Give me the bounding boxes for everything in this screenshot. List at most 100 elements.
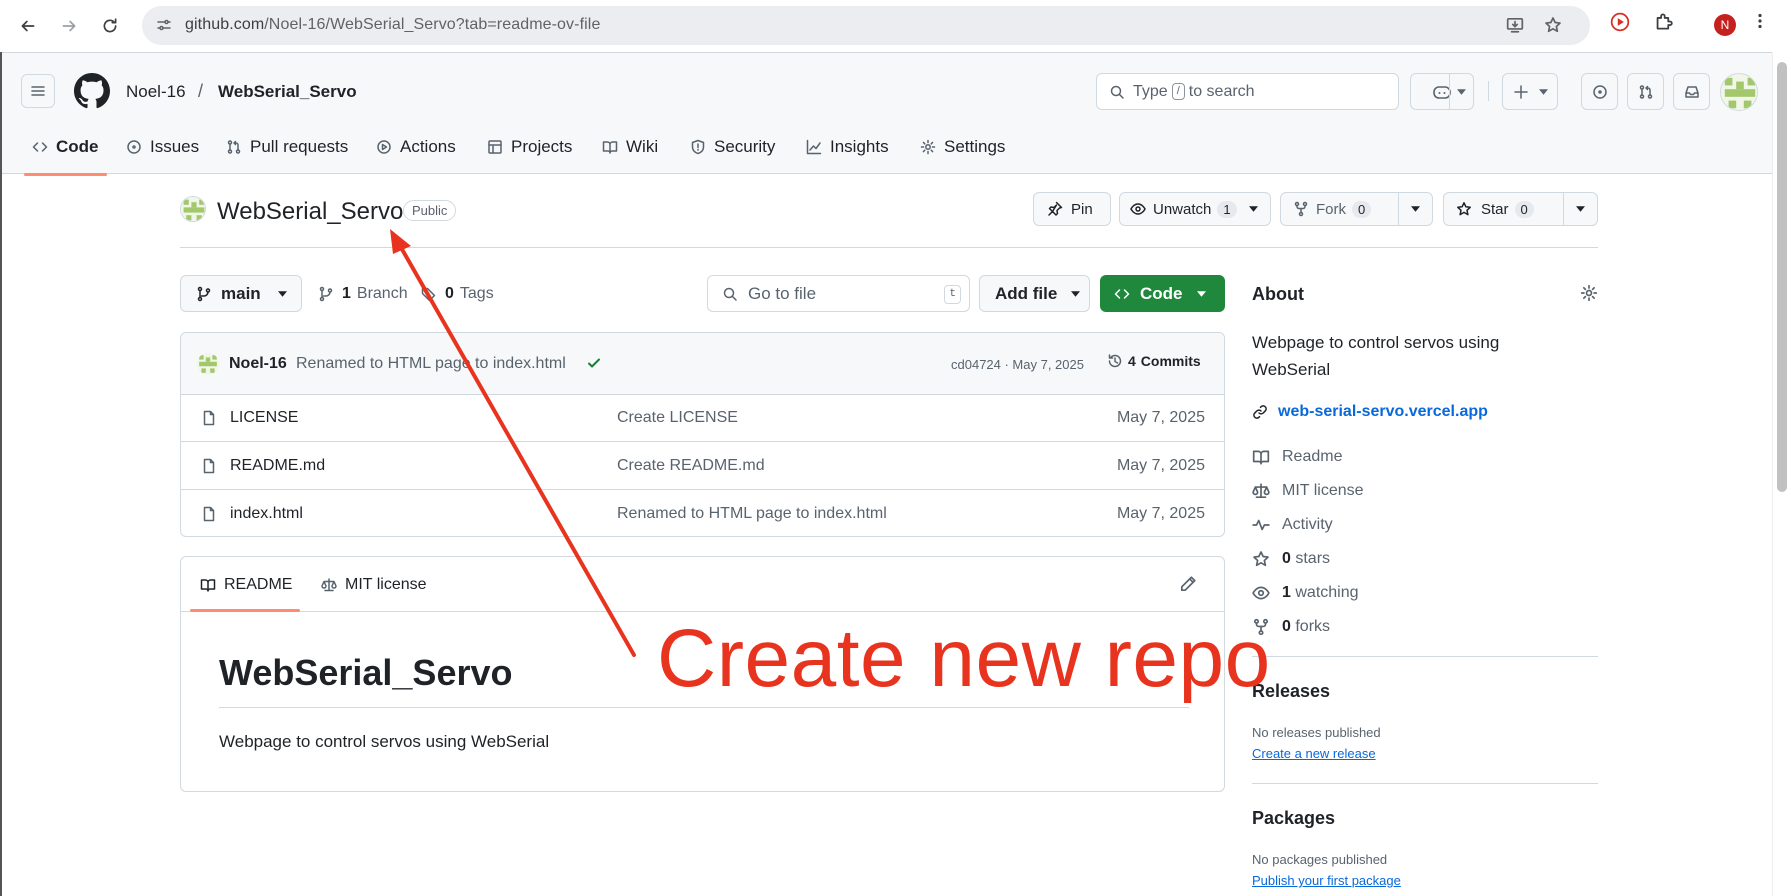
homepage-link[interactable]: web-serial-servo.vercel.app	[1252, 403, 1488, 421]
file-name[interactable]: README.md	[230, 457, 325, 475]
pull-request-icon	[1639, 84, 1652, 99]
about-sidebar: About Webpage to control servos using We…	[1252, 280, 1598, 896]
identicon-avatar-icon	[1721, 74, 1757, 110]
file-commit-message[interactable]: Create LICENSE	[617, 409, 738, 427]
star-icon	[1253, 551, 1269, 567]
tab-code[interactable]: Code	[24, 119, 106, 176]
file-name[interactable]: index.html	[230, 505, 303, 523]
commit-hash-date[interactable]: cd04724 · May 7, 2025	[951, 357, 1084, 372]
tab-security[interactable]: Security	[690, 119, 775, 175]
go-to-file-shortcut-key: t	[944, 285, 961, 304]
url-text: github.com/Noel-16/WebSerial_Servo?tab=r…	[185, 16, 601, 33]
tab-projects[interactable]: Projects	[487, 119, 572, 175]
code-download-button[interactable]: Code	[1100, 275, 1225, 312]
tab-settings[interactable]: Settings	[920, 119, 1005, 175]
plus-icon	[1513, 84, 1528, 99]
book-icon	[200, 579, 216, 592]
create-release-link[interactable]: Create a new release	[1252, 746, 1376, 761]
branch-selector[interactable]: main	[180, 275, 302, 312]
tab-mit-license[interactable]: MIT license	[321, 576, 427, 594]
publish-package-link[interactable]: Publish your first package	[1252, 873, 1401, 888]
install-app-icon[interactable]	[1506, 16, 1524, 34]
tab-pull-requests[interactable]: Pull requests	[226, 119, 348, 175]
browser-menu-icon[interactable]	[1758, 12, 1762, 30]
go-to-file-input[interactable]: Go to file t	[707, 275, 970, 312]
tab-readme[interactable]: README	[200, 576, 292, 594]
unwatch-button[interactable]: Unwatch 1	[1119, 192, 1271, 226]
check-icon[interactable]	[586, 355, 602, 371]
license-link[interactable]: MIT license	[1252, 482, 1364, 500]
inbox-button[interactable]	[1673, 73, 1710, 110]
forward-button[interactable]	[55, 12, 83, 40]
watching-link[interactable]: 1 watching	[1252, 584, 1359, 602]
tag-icon	[421, 287, 436, 302]
scrollbar-thumb[interactable]	[1777, 62, 1787, 492]
commit-message[interactable]: Renamed to HTML page to index.html	[296, 355, 566, 373]
tab-issues[interactable]: Issues	[126, 119, 199, 175]
search-input[interactable]: Type / to search	[1096, 73, 1399, 110]
browser-profile-avatar[interactable]: N	[1714, 14, 1736, 36]
book-icon	[602, 141, 618, 154]
file-commit-message[interactable]: Create README.md	[617, 457, 765, 475]
packages-heading[interactable]: Packages	[1252, 808, 1335, 829]
hamburger-menu-button[interactable]	[21, 74, 55, 108]
history-icon	[1108, 354, 1122, 368]
tab-wiki[interactable]: Wiki	[602, 119, 658, 175]
extension-record-icon[interactable]	[1610, 12, 1630, 32]
github-header: Noel-16 / WebSerial_Servo Type / to sear…	[2, 52, 1772, 176]
create-new-button[interactable]	[1502, 73, 1558, 110]
breadcrumb-repo[interactable]: WebSerial_Servo	[218, 82, 357, 102]
reload-button[interactable]	[96, 12, 124, 40]
pull-request-icon	[227, 140, 241, 154]
copilot-dropdown[interactable]	[1449, 74, 1473, 109]
commit-author-avatar[interactable]	[197, 353, 219, 375]
extensions-puzzle-icon[interactable]	[1654, 12, 1673, 31]
file-date: May 7, 2025	[1116, 457, 1205, 474]
file-row-license[interactable]: LICENSE Create LICENSE May 7, 2025	[181, 395, 1224, 442]
file-row-index[interactable]: index.html Renamed to HTML page to index…	[181, 491, 1224, 536]
commits-history-link[interactable]: 4 Commits	[1107, 353, 1201, 369]
watch-count: 1	[1217, 200, 1237, 218]
breadcrumb-owner[interactable]: Noel-16	[126, 82, 186, 102]
site-info-icon[interactable]	[156, 17, 172, 33]
stars-link[interactable]: 0 stars	[1252, 550, 1330, 568]
add-file-button[interactable]: Add file	[979, 275, 1090, 312]
file-commit-message[interactable]: Renamed to HTML page to index.html	[617, 505, 887, 523]
commit-author[interactable]: Noel-16	[229, 355, 287, 373]
activity-link[interactable]: Activity	[1252, 516, 1333, 534]
tab-insights[interactable]: Insights	[806, 119, 889, 175]
book-icon	[1252, 450, 1270, 465]
copilot-button[interactable]	[1410, 73, 1474, 110]
back-button[interactable]	[14, 12, 42, 40]
play-icon	[377, 140, 391, 154]
user-avatar[interactable]	[1720, 73, 1758, 111]
tab-actions[interactable]: Actions	[376, 119, 456, 175]
bookmark-star-icon[interactable]	[1544, 16, 1562, 34]
page-scrollbar[interactable]	[1772, 52, 1791, 896]
gear-icon[interactable]	[1580, 284, 1598, 302]
fork-button[interactable]: Fork 0	[1280, 192, 1433, 226]
branches-link[interactable]: 1 Branch	[318, 285, 408, 303]
readme-body: Webpage to control servos using WebSeria…	[219, 732, 550, 751]
issues-button[interactable]	[1581, 73, 1618, 110]
file-date: May 7, 2025	[1116, 409, 1205, 426]
tags-link[interactable]: 0 Tags	[421, 285, 494, 303]
file-row-readme[interactable]: README.md Create README.md May 7, 2025	[181, 443, 1224, 490]
repo-owner-avatar[interactable]	[180, 196, 206, 222]
pull-requests-button[interactable]	[1627, 73, 1664, 110]
address-bar[interactable]: github.com/Noel-16/WebSerial_Servo?tab=r…	[142, 6, 1590, 45]
file-name[interactable]: LICENSE	[230, 409, 298, 427]
breadcrumb-separator: /	[198, 81, 204, 101]
pin-button[interactable]: Pin	[1033, 192, 1111, 226]
readme-link[interactable]: Readme	[1252, 448, 1342, 466]
star-dropdown[interactable]	[1563, 193, 1597, 225]
github-logo-icon[interactable]	[74, 73, 110, 109]
arrow-left-icon	[21, 20, 35, 32]
caret-down-icon	[1576, 206, 1585, 212]
file-icon	[201, 458, 217, 474]
star-button[interactable]: Star 0	[1443, 192, 1598, 226]
caret-down-icon	[277, 290, 287, 297]
pencil-icon[interactable]	[1179, 575, 1197, 593]
repo-title[interactable]: WebSerial_Servo	[217, 198, 403, 226]
fork-dropdown[interactable]	[1398, 193, 1432, 225]
